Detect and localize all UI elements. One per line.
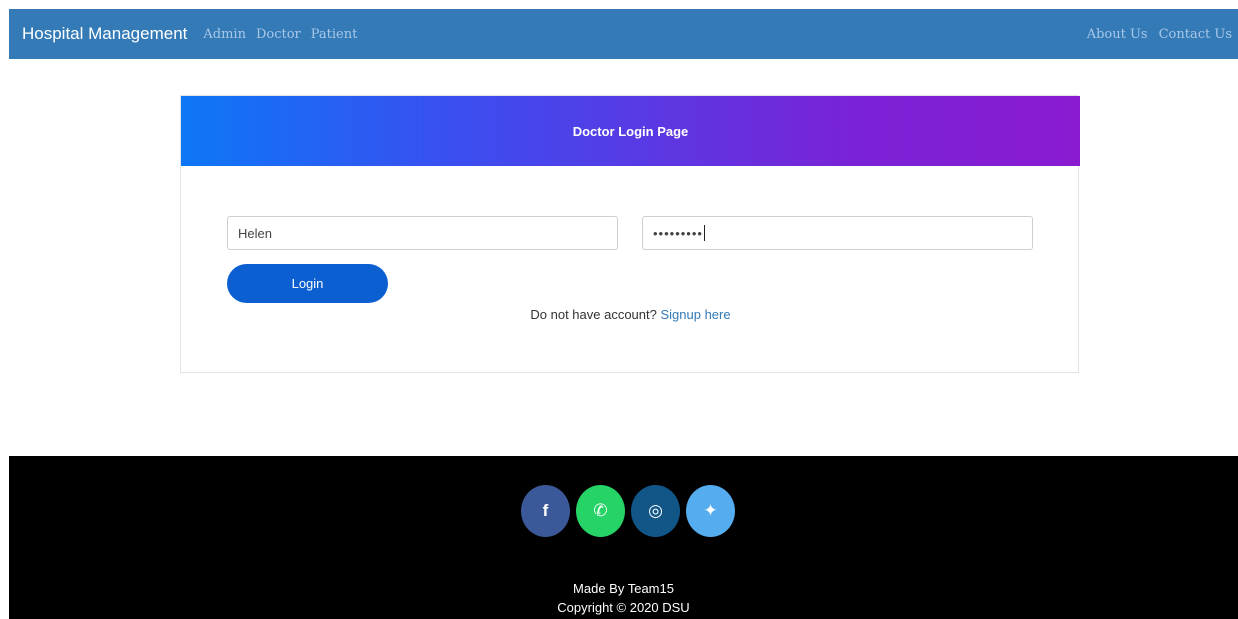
footer: f ✆ ◎ ✦ Made By Team15 Copyright © 2020 … — [9, 456, 1238, 619]
nav-left: Admin Doctor Patient — [203, 27, 367, 42]
signup-line: Do not have account? Signup here — [181, 307, 1080, 322]
login-card: Doctor Login Page Helen ••••••••• Login … — [180, 95, 1080, 373]
social-links: f ✆ ◎ ✦ — [521, 485, 741, 537]
page-frame: Hospital Management Admin Doctor Patient… — [9, 9, 1238, 619]
username-field[interactable]: Helen — [227, 216, 618, 250]
made-by-text: Made By Team15 — [573, 581, 674, 596]
nav-patient-link[interactable]: Patient — [311, 27, 358, 42]
password-field[interactable]: ••••••••• — [642, 216, 1033, 250]
nav-about-link[interactable]: About Us — [1087, 27, 1148, 42]
signup-prompt: Do not have account? — [530, 307, 657, 322]
card-header: Doctor Login Page — [181, 96, 1080, 166]
login-button[interactable]: Login — [227, 264, 388, 303]
whatsapp-icon[interactable]: ✆ — [576, 485, 625, 537]
nav-right: About Us Contact Us — [1076, 27, 1238, 42]
copyright-text: Copyright © 2020 DSU — [557, 600, 690, 615]
instagram-icon[interactable]: ◎ — [631, 485, 680, 537]
page-title: Doctor Login Page — [572, 123, 689, 139]
username-value: Helen — [238, 225, 272, 241]
facebook-icon[interactable]: f — [521, 485, 570, 537]
text-caret — [703, 225, 705, 241]
nav-doctor-link[interactable]: Doctor — [256, 27, 301, 42]
navbar: Hospital Management Admin Doctor Patient… — [9, 9, 1238, 59]
twitter-icon[interactable]: ✦ — [686, 485, 735, 537]
brand-link[interactable]: Hospital Management — [22, 24, 187, 44]
password-value: ••••••••• — [653, 225, 703, 241]
signup-link[interactable]: Signup here — [660, 307, 730, 322]
nav-contact-link[interactable]: Contact Us — [1159, 27, 1232, 42]
nav-admin-link[interactable]: Admin — [203, 27, 246, 42]
